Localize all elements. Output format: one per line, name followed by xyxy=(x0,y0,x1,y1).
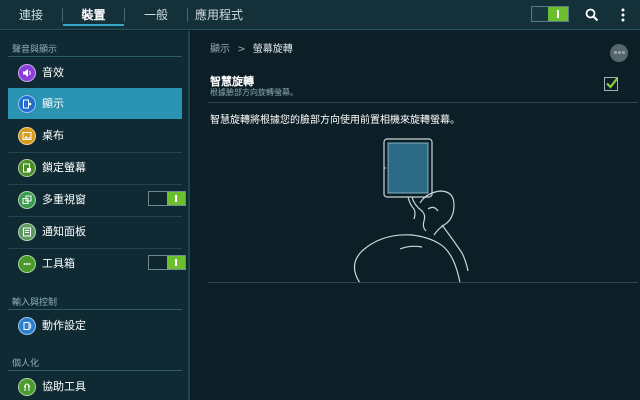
speaker-icon xyxy=(18,64,36,82)
smart-rotation-description: 智慧旋轉將根據您的臉部方向使用前置相機來旋轉螢幕。 xyxy=(210,115,460,126)
sidebar-item-label: 鎖定螢幕 xyxy=(42,161,86,174)
section-header-input-control: 輸入與控制 xyxy=(12,298,58,308)
sidebar-item-motions[interactable]: 動作設定 xyxy=(8,310,182,341)
tab-applications[interactable]: 應用程式 xyxy=(188,0,250,30)
multi-window-icon xyxy=(18,191,36,209)
section-header-personalization: 個人化 xyxy=(12,359,40,369)
sidebar-item-label: 動作設定 xyxy=(42,319,86,332)
toolbox-switch[interactable] xyxy=(148,255,186,270)
master-switch[interactable] xyxy=(531,6,569,22)
display-icon xyxy=(18,95,36,113)
multi-window-switch[interactable] xyxy=(148,191,186,206)
sidebar-item-display[interactable]: 顯示 xyxy=(8,88,182,119)
tab-connections[interactable]: 連接 xyxy=(0,0,62,30)
settings-sidebar: 聲音與顯示 音效 顯示 桌布 鎖定螢幕 多重視窗 通知面板 工具箱 輸入與控制 … xyxy=(0,31,190,400)
sidebar-item-multi-window[interactable]: 多重視窗 xyxy=(8,184,186,215)
settings-content: 顯示 > 螢幕旋轉 智慧旋轉 根據臉部方向旋轉螢幕。 智慧旋轉將根據您的臉部方向… xyxy=(192,31,640,400)
sidebar-item-wallpaper[interactable]: 桌布 xyxy=(8,120,182,151)
sidebar-item-label: 工具箱 xyxy=(42,257,75,270)
sidebar-item-label: 多重視窗 xyxy=(42,193,86,206)
breadcrumb-parent[interactable]: 顯示 xyxy=(210,44,230,55)
smart-rotation-checkbox[interactable] xyxy=(604,77,619,91)
search-icon[interactable] xyxy=(580,0,604,30)
sidebar-item-lock-screen[interactable]: 鎖定螢幕 xyxy=(8,152,182,183)
row-divider xyxy=(208,102,638,103)
breadcrumb-current: 螢幕旋轉 xyxy=(252,44,293,55)
more-options-button[interactable] xyxy=(610,44,628,62)
sidebar-item-toolbox[interactable]: 工具箱 xyxy=(8,248,186,279)
notification-panel-icon xyxy=(18,223,36,241)
checkmark-icon xyxy=(606,77,619,89)
smart-rotation-illustration-icon xyxy=(353,138,469,284)
row-divider xyxy=(208,282,638,283)
sidebar-item-label: 音效 xyxy=(42,66,64,79)
breadcrumb-separator: > xyxy=(237,44,246,55)
top-tab-bar: 連接 裝置 一般 應用程式 xyxy=(0,0,640,30)
sidebar-item-label: 協助工具 xyxy=(42,380,86,393)
accessibility-icon xyxy=(18,378,36,396)
sidebar-item-label: 顯示 xyxy=(42,97,64,110)
smart-rotation-subtitle: 根據臉部方向旋轉螢幕。 xyxy=(210,88,298,97)
overflow-menu-icon[interactable] xyxy=(612,0,634,30)
lock-screen-icon xyxy=(18,159,36,177)
sidebar-item-sound[interactable]: 音效 xyxy=(8,57,182,88)
tab-device[interactable]: 裝置 xyxy=(63,0,124,30)
breadcrumb: 顯示 > 螢幕旋轉 xyxy=(210,40,293,55)
wallpaper-icon xyxy=(18,127,36,145)
sidebar-item-label: 通知面板 xyxy=(42,225,86,238)
tab-general[interactable]: 一般 xyxy=(125,0,187,30)
sidebar-item-label: 桌布 xyxy=(42,129,64,142)
section-header-sound-display: 聲音與顯示 xyxy=(12,45,58,55)
sidebar-item-accessibility[interactable]: 協助工具 xyxy=(8,371,182,400)
motion-icon xyxy=(18,317,36,335)
toolbox-icon xyxy=(18,255,36,273)
sidebar-item-notification-panel[interactable]: 通知面板 xyxy=(8,216,182,247)
